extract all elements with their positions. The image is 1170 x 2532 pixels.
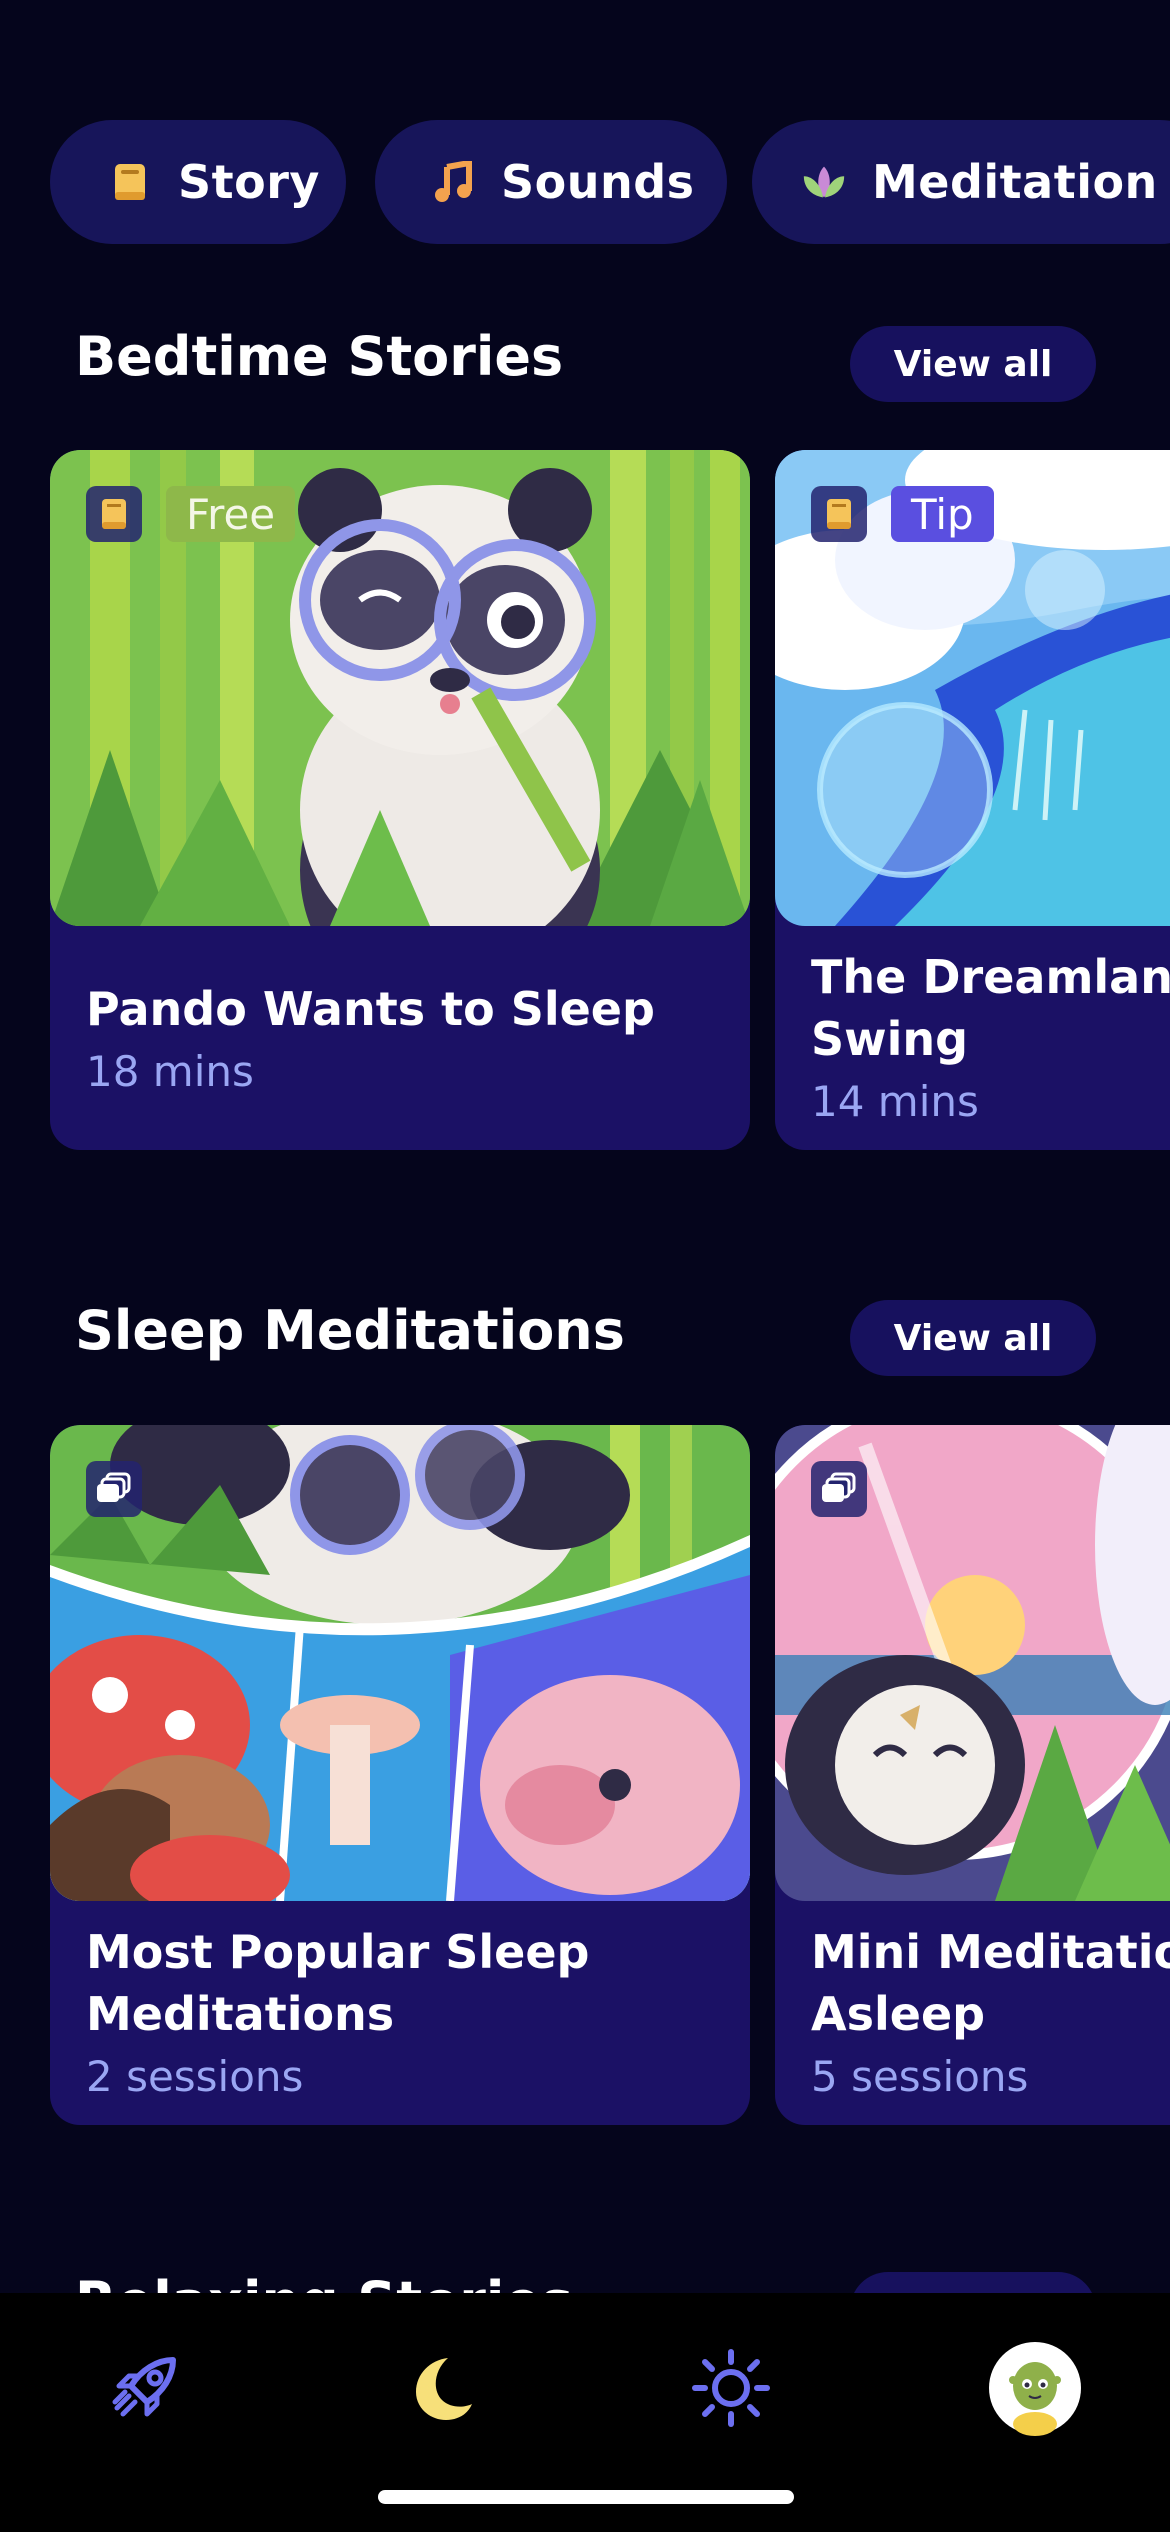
chip-sounds[interactable]: Sounds [375,120,727,244]
tab-profile[interactable] [970,2323,1100,2453]
music-note-icon [429,158,477,206]
home-indicator[interactable] [378,2490,794,2504]
free-badge: Free [166,486,296,542]
card-artwork [50,450,750,926]
avatar-icon [987,2340,1083,2436]
section-title-sleep-meditations: Sleep Meditations [75,1299,625,1362]
rocket-icon [107,2350,183,2426]
card-title: Most Popular Sleep [86,1925,590,1979]
meditation-card[interactable]: Mini Meditation Asleep 5 sessions [775,1425,1170,2125]
stack-icon [820,1472,858,1506]
meditation-card[interactable]: Most Popular Sleep Meditations 2 session… [50,1425,750,2125]
story-type-badge [811,486,867,542]
chip-label: Sounds [501,155,695,209]
story-type-badge [86,486,142,542]
book-icon [826,498,852,530]
card-title: Pando Wants to Sleep [86,982,655,1036]
book-icon [106,158,154,206]
chip-label: Story [178,155,320,209]
tip-badge: Tip [891,486,994,542]
sleep-meditations-carousel: Most Popular Sleep Meditations 2 session… [0,1425,1170,2125]
view-all-button[interactable]: View all [850,326,1096,402]
bedtime-stories-carousel: Free Pando Wants to Sleep 18 mins Tip Th… [0,450,1170,1150]
tab-explore[interactable] [90,2333,200,2443]
view-all-button[interactable]: View all [850,1300,1096,1376]
card-sessions: 5 sessions [811,2052,1029,2101]
collection-badge [86,1461,142,1517]
card-title-line2: Asleep [811,1987,986,2041]
collection-badge [811,1461,867,1517]
card-title: The Dreamland [811,950,1170,1004]
card-title-line2: Meditations [86,1987,395,2041]
sun-icon [691,2348,771,2428]
card-duration: 14 mins [811,1077,979,1126]
chip-label: Meditation [872,155,1158,209]
category-chips: Story Sounds Meditation [50,120,1170,244]
moon-icon [404,2352,476,2424]
book-icon [101,498,127,530]
card-artwork [50,1425,750,1901]
story-card[interactable]: Free Pando Wants to Sleep 18 mins [50,450,750,1150]
lotus-icon [800,158,848,206]
card-duration: 18 mins [86,1047,254,1096]
stack-icon [95,1472,133,1506]
tab-sleep[interactable] [385,2333,495,2443]
section-title-bedtime-stories: Bedtime Stories [75,325,564,388]
card-title-line2: Swing [811,1012,969,1066]
chip-story[interactable]: Story [50,120,346,244]
tab-day[interactable] [676,2333,786,2443]
card-sessions: 2 sessions [86,2052,304,2101]
card-title: Mini Meditation [811,1925,1170,1979]
story-card[interactable]: Tip The Dreamland Swing 14 mins [775,450,1170,1150]
chip-meditation[interactable]: Meditation [752,120,1170,244]
